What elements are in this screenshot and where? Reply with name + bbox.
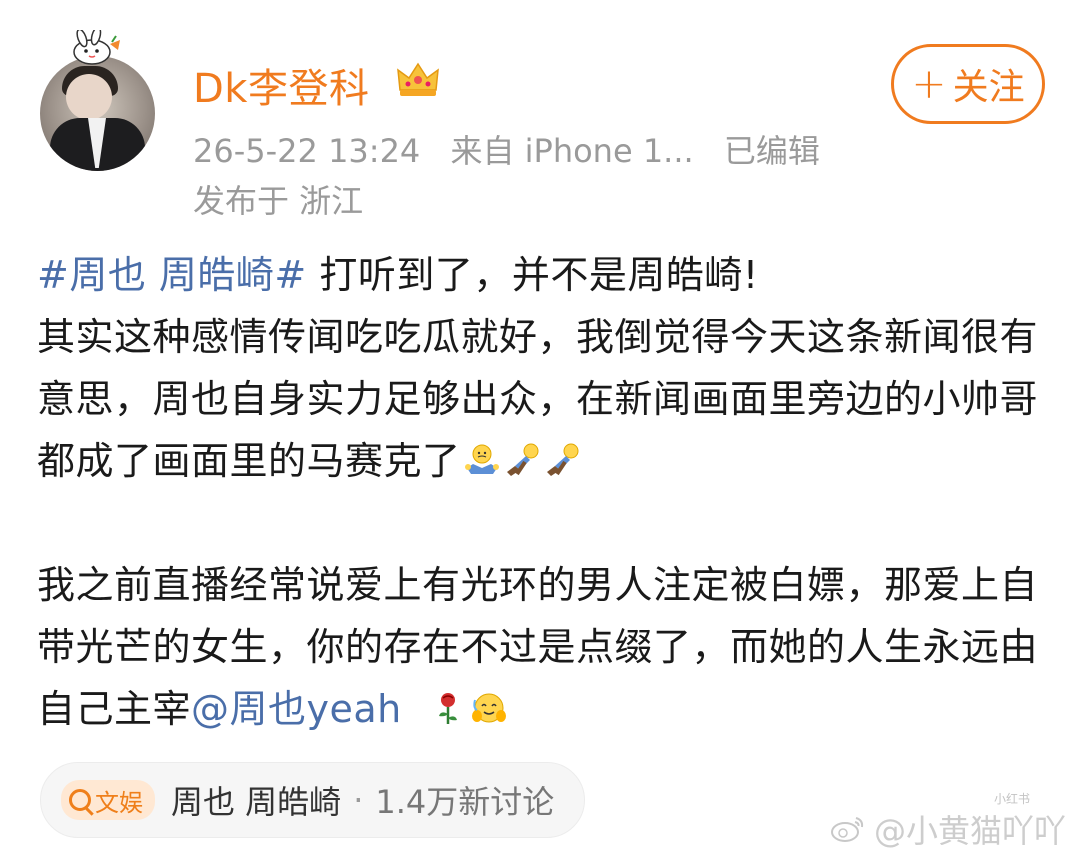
avatar[interactable] (40, 56, 155, 171)
crown-icon (397, 62, 439, 96)
paragraph-2-text: 我之前直播经常说爱上有光环的男人注定被白嫖，那爱上自带光芒的女生，你的存在不过是… (37, 563, 1039, 731)
topic-category-label: 文娱 (95, 788, 143, 817)
shrug-emoji-icon (464, 444, 499, 474)
post-content: #周也 周皓崎# 打听到了，并不是周皓崎! 其实这种感情传闻吃吃瓜就好，我倒觉得… (37, 244, 1047, 740)
post-timestamp: 26-5-22 13:24 (193, 132, 421, 170)
follow-button[interactable]: + 关注 (891, 44, 1045, 124)
paragraph-1: #周也 周皓崎# 打听到了，并不是周皓崎! (37, 244, 1047, 306)
topic-separator: · (353, 781, 364, 819)
post-location: 发布于 浙江 (193, 182, 364, 220)
weibo-logo-icon (830, 817, 864, 842)
username[interactable]: Dk李登科 (193, 56, 369, 114)
hashtag-link[interactable]: #周也 周皓崎# (37, 253, 307, 297)
topic-chip[interactable]: 文娱 周也 周皓崎 · 1.4万新讨论 (40, 762, 586, 838)
kneel-emoji-icon (506, 443, 539, 476)
hug-emoji-icon (471, 693, 506, 723)
post-meta: 26-5-22 13:24 来自 iPhone 1... 已编辑 (193, 126, 840, 172)
paragraph-1-body: 其实这种感情传闻吃吃瓜就好，我倒觉得今天这条新闻很有意思，周也自身实力足够出众，… (37, 306, 1047, 492)
edited-label[interactable]: 已编辑 (724, 132, 820, 170)
rose-emoji-icon (438, 693, 457, 724)
watermark-text: @小黄猫吖吖 (873, 812, 1066, 850)
bunny-badge-icon (73, 30, 120, 65)
avatar-face (66, 74, 112, 120)
kneel-emoji-icon (546, 443, 579, 476)
paragraph-1-lead: 打听到了，并不是周皓崎! (306, 253, 759, 297)
post-source[interactable]: 来自 iPhone 1... (450, 132, 693, 170)
paragraph-2: 我之前直播经常说爱上有光环的男人注定被白嫖，那爱上自带光芒的女生，你的存在不过是… (37, 554, 1047, 740)
topic-discussion-count: 1.4万新讨论 (375, 783, 555, 821)
weibo-watermark: @小黄猫吖吖 (830, 806, 1066, 852)
topic-category-tag: 文娱 (61, 780, 155, 820)
small-watermark: 小红书 (993, 792, 1030, 806)
topic-title: 周也 周皓崎 (171, 783, 342, 821)
mention-link[interactable]: @周也yeah (191, 687, 402, 731)
follow-label: 关注 (952, 67, 1025, 108)
plus-icon: + (911, 59, 947, 108)
search-icon (69, 789, 91, 811)
